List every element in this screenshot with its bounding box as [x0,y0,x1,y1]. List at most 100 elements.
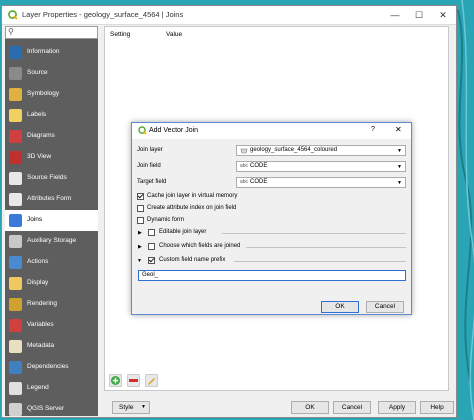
ok-button[interactable]: OK [291,401,329,414]
join-field-label: Join field [137,163,161,169]
custom-prefix-label: Custom field name prefix [159,257,226,263]
cancel-button[interactable]: Cancel [333,401,371,414]
sidebar-item-qgis-server[interactable]: QGIS Server [5,399,98,420]
properties-sidebar: ⚲ Information Source Symbology Labels Diagra… [5,26,98,416]
auxiliary-storage-icon [9,235,22,248]
join-layer-combo[interactable]: geology_surface_4564_coloured ▼ [236,145,406,156]
remove-join-icon[interactable] [127,374,140,387]
close-window-button[interactable]: ✕ [432,6,454,24]
dialog-titlebar: Add Vector Join ? ✕ [132,123,411,139]
join-field-value: CODE [250,163,268,169]
minimize-button[interactable]: — [384,6,406,24]
attribute-index-label: Create attribute index on join field [147,205,237,211]
attribute-index-checkbox[interactable] [137,205,144,212]
editable-join-checkbox[interactable] [148,229,155,236]
choose-fields-label: Choose which fields are joined [159,243,241,249]
attributes-form-icon [9,193,22,206]
style-dropdown-button[interactable]: Style ▼ [112,401,150,414]
expand-arrow-icon[interactable]: ▶ [138,230,142,236]
display-icon [9,277,22,290]
sidebar-item-variables[interactable]: Variables [5,315,98,336]
sidebar-item-rendering[interactable]: Rendering [5,294,98,315]
column-header-setting[interactable]: Setting [110,31,130,38]
sidebar-item-label: Attributes Form [27,195,72,202]
sidebar-item-label: Legend [27,384,49,391]
window-title: Layer Properties - geology_surface_4564 … [22,10,184,19]
add-join-icon[interactable] [109,374,122,387]
dialog-ok-button[interactable]: OK [321,301,359,313]
polygon-layer-icon [240,148,248,154]
sidebar-item-legend[interactable]: Legend [5,378,98,399]
variables-icon [9,319,22,332]
dialog-cancel-button[interactable]: Cancel [366,301,404,313]
sidebar-item-display[interactable]: Display [5,273,98,294]
sidebar-item-metadata[interactable]: Metadata [5,336,98,357]
style-button-label: Style [119,404,134,411]
source-fields-icon [9,172,22,185]
sidebar-item-source-fields[interactable]: Source Fields [5,168,98,189]
qgis-server-icon [9,403,22,416]
group-divider [222,233,406,234]
text-field-icon: abc [240,163,249,169]
add-vector-join-dialog: Add Vector Join ? ✕ Join layer geology_s… [131,122,412,315]
metadata-icon [9,340,22,353]
sidebar-search-input[interactable]: ⚲ [5,26,98,39]
dynamic-form-checkbox[interactable] [137,217,144,224]
column-header-value[interactable]: Value [166,31,182,38]
target-field-combo[interactable]: abc CODE ▼ [236,177,406,188]
sidebar-item-label: Metadata [27,342,55,349]
legend-icon [9,382,22,395]
apply-button[interactable]: Apply [378,401,416,414]
editable-join-label: Editable join layer [159,229,207,235]
sidebar-item-diagrams[interactable]: Diagrams [5,126,98,147]
sidebar-item-label: Auxiliary Storage [27,237,77,244]
sidebar-item-actions[interactable]: Actions [5,252,98,273]
sidebar-item-source[interactable]: Source [5,63,98,84]
symbology-icon [9,88,22,101]
sidebar-item-label: 3D View [27,153,52,160]
source-icon [9,67,22,80]
cache-checkbox[interactable] [137,193,144,200]
diagrams-icon [9,130,22,143]
collapse-arrow-icon[interactable]: ▼ [137,258,142,264]
dynamic-form-label: Dynamic form [147,217,185,223]
group-divider [246,247,406,248]
search-icon: ⚲ [8,27,14,36]
sidebar-item-joins[interactable]: Joins [5,210,98,231]
chevron-down-icon: ▼ [397,164,402,170]
sidebar-item-label: Source Fields [27,174,67,181]
sidebar-item-label: Source [27,69,48,76]
sidebar-item-label: Dependencies [27,363,69,370]
custom-prefix-checkbox[interactable] [148,257,155,264]
cache-label: Cache join layer in virtual memory [147,193,238,199]
sidebar-item-label: Actions [27,258,49,265]
sidebar-item-information[interactable]: Information [5,42,98,63]
sidebar-item-label: Information [27,48,60,55]
join-field-combo[interactable]: abc CODE ▼ [236,161,406,172]
expand-arrow-icon[interactable]: ▶ [138,244,142,250]
sidebar-item-label: Rendering [27,300,57,307]
sidebar-item-label: Variables [27,321,54,328]
help-button[interactable]: Help [420,401,454,414]
information-icon [9,46,22,59]
edit-join-icon[interactable] [145,374,158,387]
joins-icon [9,214,22,227]
dialog-help-button[interactable]: ? [371,126,375,133]
rendering-icon [9,298,22,311]
sidebar-item-attributes-form[interactable]: Attributes Form [5,189,98,210]
join-layer-label: Join layer [137,147,163,153]
sidebar-item-auxiliary-storage[interactable]: Auxiliary Storage [5,231,98,252]
window-titlebar: Layer Properties - geology_surface_4564 … [2,6,456,25]
actions-icon [9,256,22,269]
dialog-close-button[interactable]: ✕ [395,125,402,134]
maximize-button[interactable]: ☐ [408,6,430,24]
sidebar-item-3d-view[interactable]: 3D View [5,147,98,168]
sidebar-item-labels[interactable]: Labels [5,105,98,126]
3d-view-icon [9,151,22,164]
sidebar-item-label: QGIS Server [27,405,65,412]
sidebar-item-symbology[interactable]: Symbology [5,84,98,105]
sidebar-item-dependencies[interactable]: Dependencies [5,357,98,378]
prefix-input[interactable]: Geol_ [138,270,406,281]
choose-fields-checkbox[interactable] [148,243,155,250]
group-divider [234,261,406,262]
